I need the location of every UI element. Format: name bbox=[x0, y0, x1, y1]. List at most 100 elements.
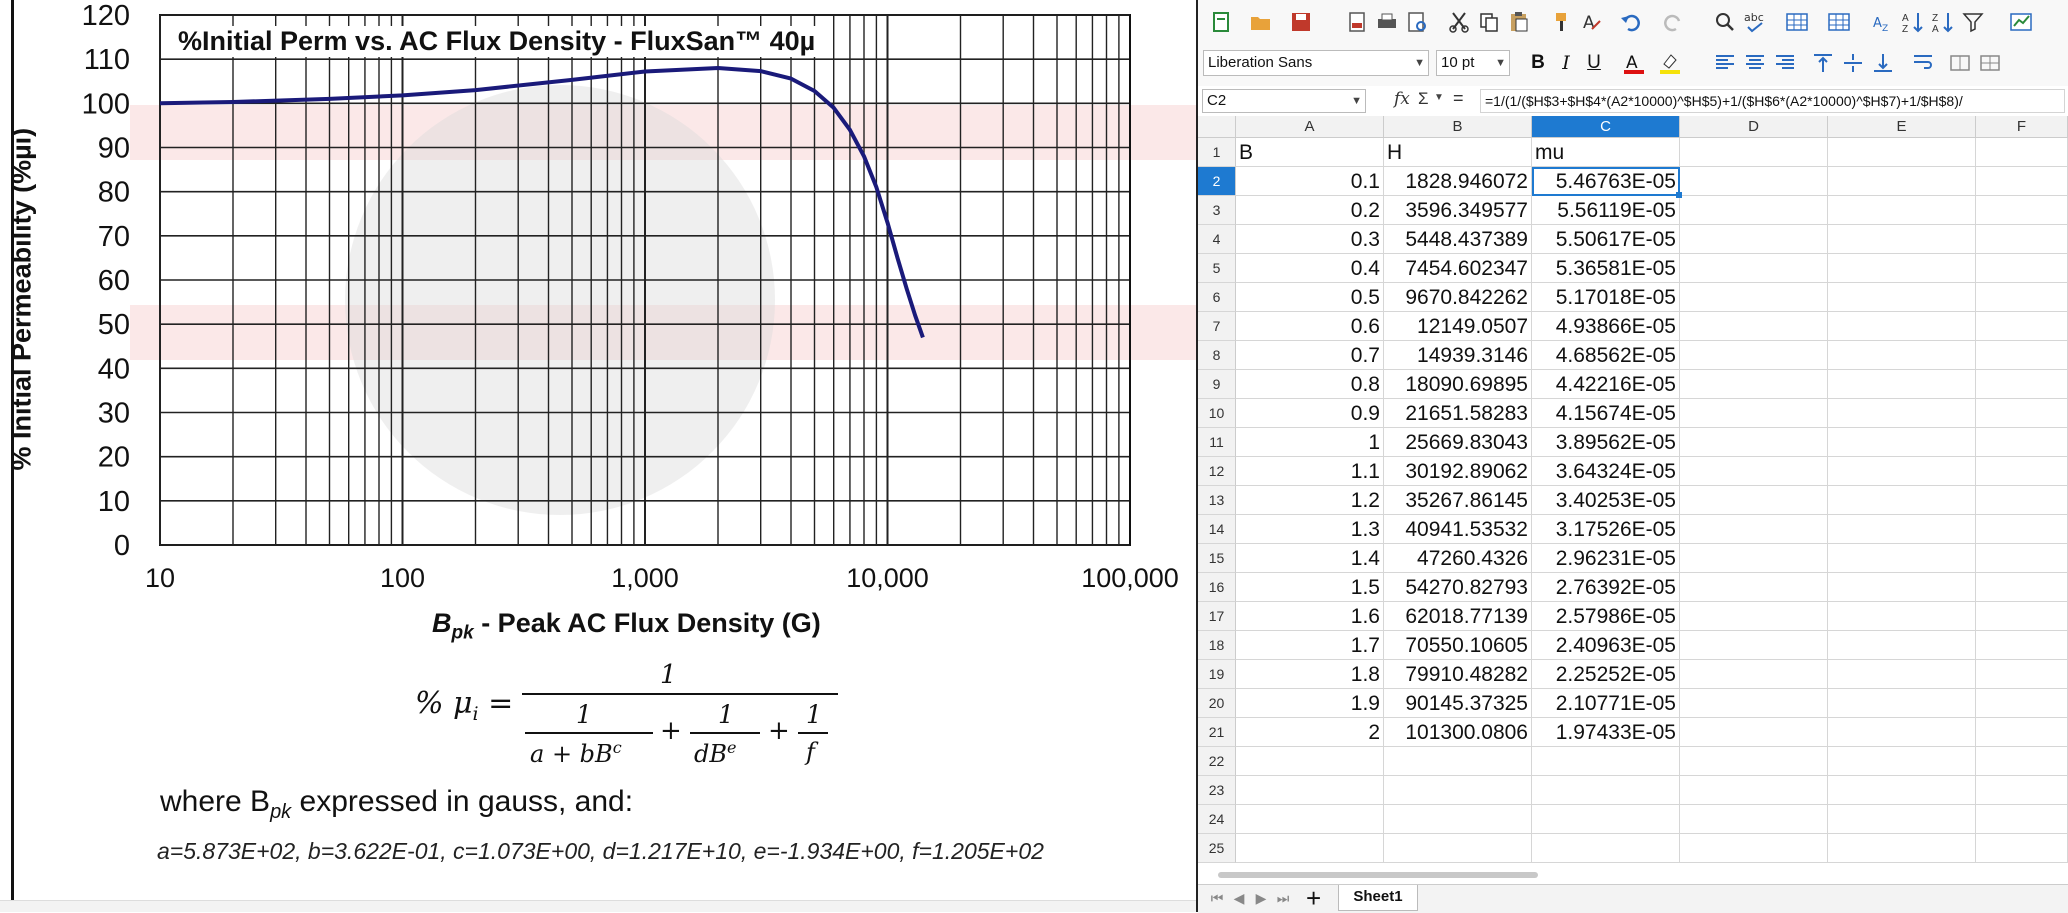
grid-cell[interactable] bbox=[1976, 602, 2068, 631]
merge-cells-icon[interactable] bbox=[1948, 50, 1972, 76]
grid-cell[interactable]: 79910.48282 bbox=[1384, 660, 1532, 689]
grid-cell[interactable] bbox=[1828, 254, 1976, 283]
grid-cell[interactable] bbox=[1976, 196, 2068, 225]
autofill-handle[interactable] bbox=[1676, 192, 1682, 198]
grid-cell[interactable] bbox=[1828, 196, 1976, 225]
grid-cell[interactable] bbox=[1976, 312, 2068, 341]
grid-cell[interactable] bbox=[1828, 341, 1976, 370]
row-header[interactable]: 21 bbox=[1198, 718, 1236, 747]
row-header[interactable]: 3 bbox=[1198, 196, 1236, 225]
grid-cell[interactable]: 18090.69895 bbox=[1384, 370, 1532, 399]
grid-cell[interactable] bbox=[1828, 399, 1976, 428]
grid-cell[interactable] bbox=[1976, 457, 2068, 486]
grid-cell[interactable] bbox=[1680, 428, 1828, 457]
row-header[interactable]: 9 bbox=[1198, 370, 1236, 399]
chevron-down-icon[interactable]: ▼ bbox=[1414, 51, 1425, 75]
grid-cell[interactable] bbox=[1976, 660, 2068, 689]
grid-cell[interactable]: 35267.86145 bbox=[1384, 486, 1532, 515]
row-header[interactable]: 7 bbox=[1198, 312, 1236, 341]
grid-cell[interactable] bbox=[1680, 196, 1828, 225]
grid-cell[interactable] bbox=[1828, 225, 1976, 254]
grid-cell[interactable]: 2 bbox=[1236, 718, 1384, 747]
grid-cell[interactable] bbox=[1680, 312, 1828, 341]
grid-cell[interactable]: 1.4 bbox=[1236, 544, 1384, 573]
grid-cell[interactable] bbox=[1828, 428, 1976, 457]
grid-cell[interactable]: 0.9 bbox=[1236, 399, 1384, 428]
grid-cell[interactable] bbox=[1384, 776, 1532, 805]
grid-cell[interactable]: 25669.83043 bbox=[1384, 428, 1532, 457]
add-sheet-button[interactable]: + bbox=[1306, 885, 1321, 911]
grid-cell[interactable] bbox=[1828, 660, 1976, 689]
select-all-corner[interactable] bbox=[1198, 116, 1236, 138]
row-header[interactable]: 18 bbox=[1198, 631, 1236, 660]
function-wizard-icon[interactable]: fx bbox=[1394, 89, 1410, 109]
grid-cell[interactable]: 5.17018E-05 bbox=[1532, 283, 1680, 312]
grid-cell[interactable]: 1.9 bbox=[1236, 689, 1384, 718]
row-header[interactable]: 16 bbox=[1198, 573, 1236, 602]
grid-cell[interactable] bbox=[1828, 718, 1976, 747]
grid-cell[interactable] bbox=[1976, 834, 2068, 863]
grid-cell[interactable]: mu bbox=[1532, 138, 1680, 167]
align-bottom-icon[interactable] bbox=[1871, 50, 1895, 76]
grid-cell[interactable] bbox=[1976, 399, 2068, 428]
row-header[interactable]: 22 bbox=[1198, 747, 1236, 776]
grid-cell[interactable] bbox=[1680, 602, 1828, 631]
row-header[interactable]: 13 bbox=[1198, 486, 1236, 515]
grid-cell[interactable] bbox=[1680, 834, 1828, 863]
grid-cell[interactable] bbox=[1532, 805, 1680, 834]
grid-cell[interactable] bbox=[1828, 167, 1976, 196]
grid-cell[interactable]: 14939.3146 bbox=[1384, 341, 1532, 370]
align-top-icon[interactable] bbox=[1811, 50, 1835, 76]
grid-cell[interactable]: 1828.946072 bbox=[1384, 167, 1532, 196]
grid-cell[interactable]: 0.8 bbox=[1236, 370, 1384, 399]
grid-cell[interactable] bbox=[1976, 776, 2068, 805]
grid-cell[interactable] bbox=[1976, 138, 2068, 167]
font-name-box[interactable]: Liberation Sans ▼ bbox=[1203, 50, 1429, 76]
cut-icon[interactable] bbox=[1446, 9, 1472, 35]
grid-cell[interactable] bbox=[1976, 428, 2068, 457]
grid-cell[interactable]: 30192.89062 bbox=[1384, 457, 1532, 486]
grid-cell[interactable]: 9670.842262 bbox=[1384, 283, 1532, 312]
grid-cell[interactable]: 2.10771E-05 bbox=[1532, 689, 1680, 718]
row-header[interactable]: 5 bbox=[1198, 254, 1236, 283]
find-replace-icon[interactable] bbox=[1712, 9, 1738, 35]
grid-cell[interactable] bbox=[1976, 167, 2068, 196]
copy-icon[interactable] bbox=[1476, 9, 1502, 35]
grid-cell[interactable] bbox=[1976, 341, 2068, 370]
grid-cell[interactable] bbox=[1680, 341, 1828, 370]
row-header[interactable]: 1 bbox=[1198, 138, 1236, 167]
grid-cell[interactable]: 90145.37325 bbox=[1384, 689, 1532, 718]
grid-cell[interactable] bbox=[1384, 747, 1532, 776]
undo-icon[interactable] bbox=[1618, 9, 1644, 35]
grid-cell[interactable] bbox=[1828, 776, 1976, 805]
sort-ascending-icon[interactable]: AZ bbox=[1900, 9, 1926, 35]
grid-cell[interactable]: 2.40963E-05 bbox=[1532, 631, 1680, 660]
grid-cell[interactable] bbox=[1680, 515, 1828, 544]
grid-cell[interactable]: H bbox=[1384, 138, 1532, 167]
clone-formatting-icon[interactable] bbox=[1548, 9, 1574, 35]
grid-cell[interactable] bbox=[1828, 457, 1976, 486]
grid-cell[interactable]: 0.3 bbox=[1236, 225, 1384, 254]
font-size-box[interactable]: 10 pt ▼ bbox=[1436, 50, 1510, 76]
sort-descending-icon[interactable]: ZA bbox=[1930, 9, 1956, 35]
grid-cell[interactable] bbox=[1236, 776, 1384, 805]
grid-cell[interactable]: 5.36581E-05 bbox=[1532, 254, 1680, 283]
grid-cell[interactable]: 4.42216E-05 bbox=[1532, 370, 1680, 399]
grid-cell[interactable] bbox=[1976, 254, 2068, 283]
redo-icon[interactable] bbox=[1660, 9, 1686, 35]
print-preview-icon[interactable] bbox=[1404, 9, 1430, 35]
grid-cell[interactable]: 3.89562E-05 bbox=[1532, 428, 1680, 457]
grid-cell[interactable]: 21651.58283 bbox=[1384, 399, 1532, 428]
grid-cell[interactable]: 1.2 bbox=[1236, 486, 1384, 515]
grid-cell[interactable]: 2.96231E-05 bbox=[1532, 544, 1680, 573]
grid-cell[interactable] bbox=[1976, 689, 2068, 718]
grid-cell[interactable]: 12149.0507 bbox=[1384, 312, 1532, 341]
grid-cell[interactable]: 4.93866E-05 bbox=[1532, 312, 1680, 341]
grid-cell[interactable]: 1.7 bbox=[1236, 631, 1384, 660]
grid-cell[interactable] bbox=[1680, 370, 1828, 399]
grid-cell[interactable]: 0.6 bbox=[1236, 312, 1384, 341]
grid-cell[interactable]: 54270.82793 bbox=[1384, 573, 1532, 602]
align-center-icon[interactable] bbox=[1743, 50, 1767, 76]
grid-cell[interactable] bbox=[1828, 573, 1976, 602]
paste-icon[interactable] bbox=[1506, 9, 1532, 35]
